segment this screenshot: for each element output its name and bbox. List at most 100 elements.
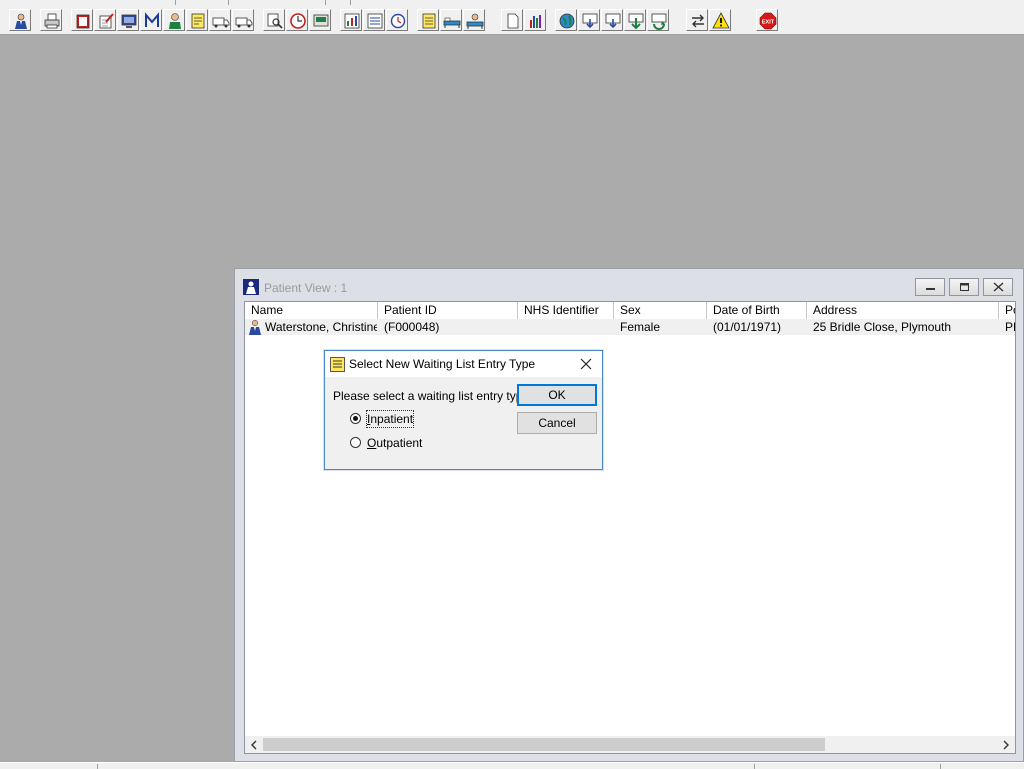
dialog-prompt: Please select a waiting list entry type (333, 389, 530, 403)
down-arrow-button[interactable] (624, 9, 646, 31)
column-date-of-birth[interactable]: Date of Birth (707, 302, 807, 319)
label-text: utpatient (376, 436, 423, 450)
status-separator (940, 764, 941, 769)
exit-button[interactable]: EXIT (756, 9, 778, 31)
radio-button-selected[interactable] (350, 413, 361, 424)
form-icon (191, 13, 205, 29)
column-sex[interactable]: Sex (614, 302, 707, 319)
notepad-button[interactable] (417, 9, 439, 31)
download-1-button[interactable] (578, 9, 600, 31)
ambulance-icon (235, 17, 253, 28)
radio-inpatient-label[interactable]: Inpatient (365, 410, 415, 428)
patient-icon (15, 13, 27, 29)
patient-view-window: Patient View : 1 Name Patient ID NHS Ide… (234, 268, 1024, 762)
book-icon (76, 14, 90, 29)
chart-document-button[interactable] (340, 9, 362, 31)
cell-name: Waterstone, Christine... (265, 320, 377, 334)
table-row[interactable]: Waterstone, Christine... (F000048) Femal… (245, 319, 1015, 335)
refresh-button[interactable] (647, 9, 669, 31)
globe-button[interactable] (555, 9, 577, 31)
download-icon (582, 13, 598, 29)
transfer-icon (692, 14, 704, 28)
search-document-button[interactable] (263, 9, 285, 31)
dialog-close-button[interactable] (574, 353, 598, 375)
menu-separator (350, 0, 351, 5)
monitor-button[interactable] (117, 9, 139, 31)
patient-view-title: Patient View : 1 (264, 281, 348, 295)
warning-button[interactable] (709, 9, 731, 31)
m-letter-icon (145, 12, 159, 27)
bar-chart-icon (530, 15, 541, 28)
restore-button[interactable] (949, 278, 979, 296)
bed-person-button[interactable] (463, 9, 485, 31)
download-2-button[interactable] (601, 9, 623, 31)
bed-button[interactable] (440, 9, 462, 31)
form-button[interactable] (186, 9, 208, 31)
label-text: npatient (370, 412, 414, 426)
horizontal-scrollbar[interactable] (245, 736, 1015, 753)
toolbar: EXIT (0, 6, 1024, 35)
monitor-icon (121, 14, 137, 28)
cancel-button[interactable]: Cancel (517, 412, 597, 434)
m-letter-button[interactable] (140, 9, 162, 31)
patient-view-title-bar[interactable]: Patient View : 1 (235, 269, 1023, 301)
notepad-icon (422, 13, 436, 29)
status-separator (754, 764, 755, 769)
dialog-title-bar[interactable]: Select New Waiting List Entry Type (325, 351, 602, 377)
edit-notes-button[interactable] (94, 9, 116, 31)
list-document-button[interactable] (363, 9, 385, 31)
clock-document-button[interactable] (386, 9, 408, 31)
scroll-right-icon[interactable] (1000, 739, 1012, 751)
refresh-icon (651, 13, 667, 30)
doctor-button[interactable] (163, 9, 185, 31)
radio-outpatient-label[interactable]: Outpatient (367, 435, 422, 451)
access-key: O (367, 436, 377, 450)
print-button[interactable] (40, 9, 62, 31)
column-patient-id[interactable]: Patient ID (378, 302, 518, 319)
patient-button[interactable] (9, 9, 31, 31)
close-window-button[interactable] (983, 278, 1013, 296)
menu-separator (175, 0, 176, 5)
column-address[interactable]: Address (807, 302, 999, 319)
list-document-icon (367, 13, 383, 29)
clock-button[interactable] (286, 9, 308, 31)
notes-icon (99, 13, 114, 29)
clock-document-icon (390, 13, 406, 29)
column-nhs-identifier[interactable]: NHS Identifier (518, 302, 614, 319)
blank-page-button[interactable] (501, 9, 523, 31)
bar-chart-button[interactable] (524, 9, 546, 31)
ambulance-button[interactable] (209, 9, 231, 31)
dialog-title: Select New Waiting List Entry Type (349, 357, 536, 371)
restore-icon (960, 283, 969, 291)
radio-button[interactable] (350, 437, 361, 448)
printer-icon (44, 13, 60, 29)
display-button[interactable] (309, 9, 331, 31)
blank-page-icon (507, 13, 519, 29)
download-icon (605, 13, 621, 29)
patient-icon (243, 279, 259, 295)
ambulance-icon (212, 17, 230, 28)
chart-document-icon (344, 13, 360, 29)
exit-label: EXIT (762, 20, 775, 26)
notepad-icon (330, 357, 345, 372)
list-header: Name Patient ID NHS Identifier Sex Date … (245, 302, 1015, 320)
record-book-button[interactable] (71, 9, 93, 31)
doctor-icon (169, 13, 181, 29)
exit-icon: EXIT (759, 12, 777, 30)
column-postcode[interactable]: Po (999, 302, 1015, 319)
scroll-left-icon[interactable] (248, 739, 260, 751)
menu-separator (325, 0, 326, 5)
scrollbar-thumb[interactable] (263, 738, 825, 751)
display-icon (313, 14, 329, 27)
warning-icon (712, 12, 730, 29)
minimize-button[interactable] (915, 278, 945, 296)
cell-postcode: PL (1005, 320, 1015, 334)
down-arrow-icon (628, 13, 644, 30)
column-name[interactable]: Name (245, 302, 378, 319)
globe-icon (559, 13, 575, 29)
transfer-button[interactable] (686, 9, 708, 31)
status-separator (97, 764, 98, 769)
ambulance-2-button[interactable] (232, 9, 254, 31)
ok-button[interactable]: OK (517, 384, 597, 406)
bed-icon (443, 17, 461, 28)
